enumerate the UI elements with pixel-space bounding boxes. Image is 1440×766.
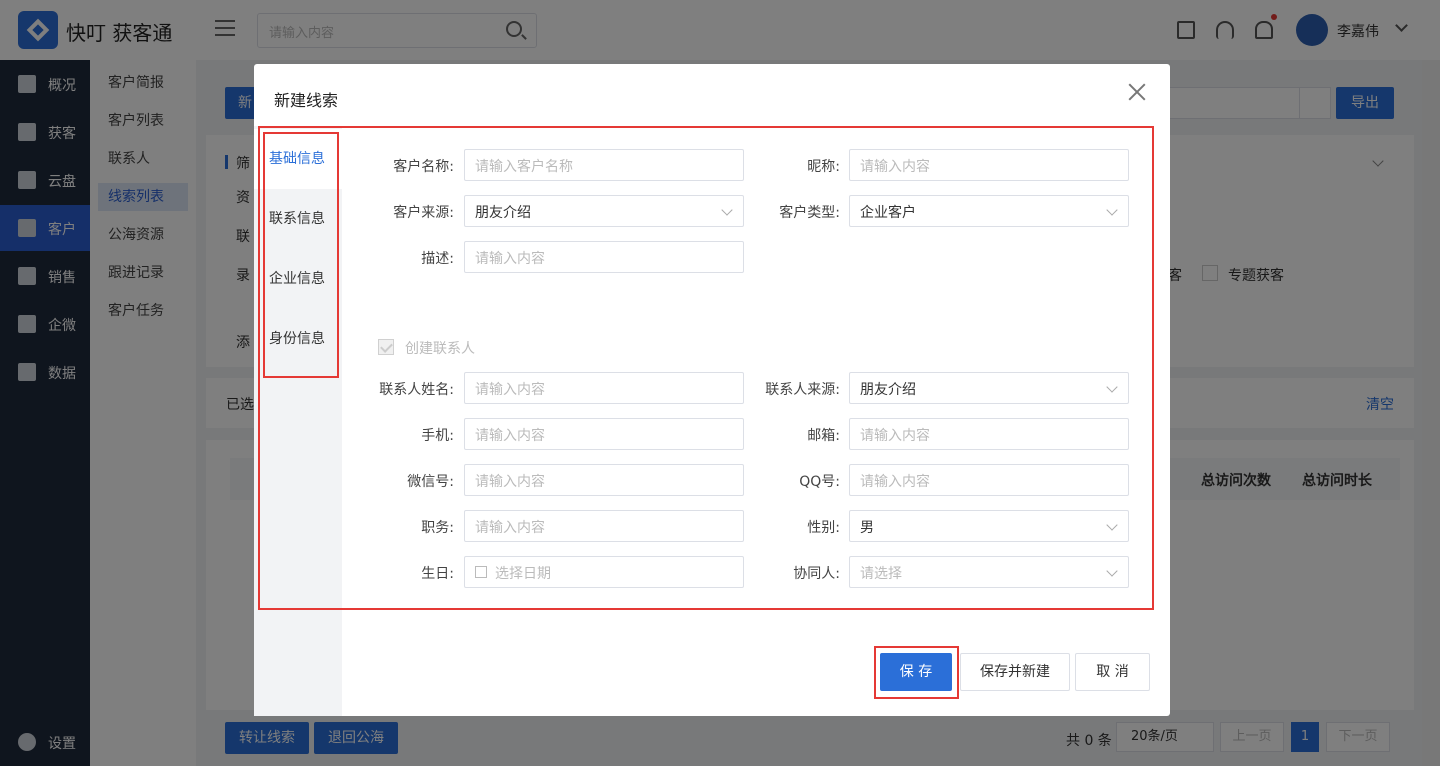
close-icon[interactable] [1128, 83, 1146, 101]
new-lead-dialog: 新建线索 基础信息 联系信息 企业信息 身份信息 客户名称: 请输入客户名称 昵… [254, 64, 1170, 716]
form-highlight [258, 126, 1154, 610]
dialog-title: 新建线索 [274, 91, 339, 110]
save-and-new-button[interactable]: 保存并新建 [960, 653, 1070, 691]
cancel-button[interactable]: 取 消 [1075, 653, 1150, 691]
save-highlight [874, 646, 959, 699]
